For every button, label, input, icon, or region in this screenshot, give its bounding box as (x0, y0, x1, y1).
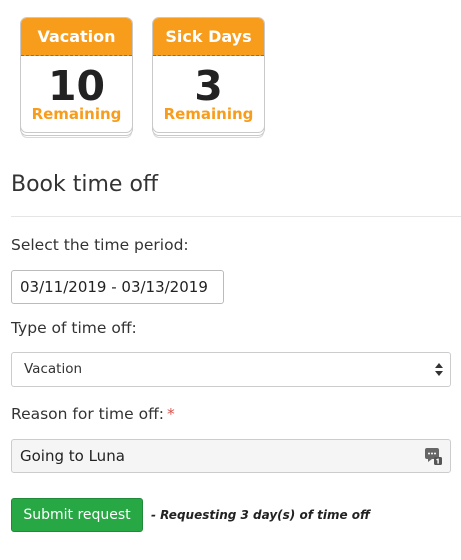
sick-days-remaining-count: 3 (194, 62, 223, 110)
sick-days-card: Sick Days 3 Remaining (152, 17, 265, 133)
date-range-value: 03/11/2019 - 03/13/2019 (20, 278, 208, 296)
vacation-card: Vacation 10 Remaining (20, 17, 133, 133)
reason-value: Going to Luna (20, 447, 125, 465)
type-label: Type of time off: (11, 319, 137, 337)
time-off-type-value: Vacation (24, 361, 83, 377)
page-title: Book time off (11, 172, 159, 197)
sort-arrows-icon (435, 363, 443, 376)
title-divider (11, 216, 461, 217)
request-summary-note: - Requesting 3 day(s) of time off (151, 508, 371, 522)
sick-days-card-title: Sick Days (153, 18, 264, 56)
date-range-input[interactable]: 03/11/2019 - 03/13/2019 (11, 270, 224, 304)
reason-input[interactable]: Going to Luna (11, 439, 451, 473)
time-off-type-select[interactable]: Vacation (11, 352, 451, 387)
period-label: Select the time period: (11, 236, 189, 254)
reason-label: Reason for time off: * (11, 405, 175, 423)
vacation-remaining-count: 10 (47, 62, 106, 110)
vacation-card-title: Vacation (21, 18, 132, 56)
vacation-remaining-label: Remaining (31, 105, 122, 123)
required-marker: * (167, 405, 175, 423)
reason-label-text: Reason for time off: (11, 405, 164, 423)
sick-days-remaining-label: Remaining (163, 105, 254, 123)
submit-request-button[interactable]: Submit request (11, 498, 143, 532)
text-counter-icon (425, 448, 442, 465)
